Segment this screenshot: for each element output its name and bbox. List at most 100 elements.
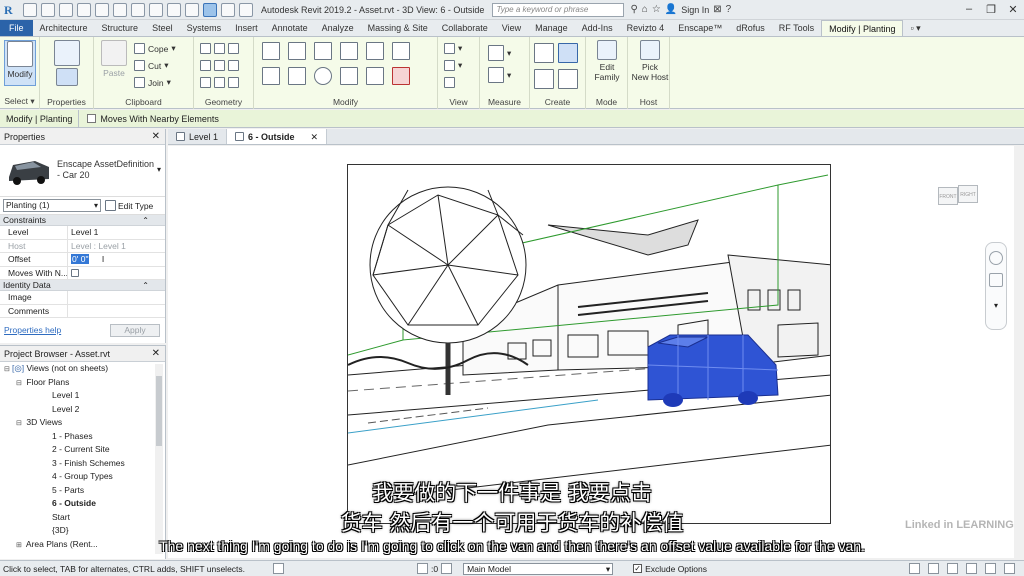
sync-icon[interactable] bbox=[59, 2, 73, 17]
offset-icon[interactable] bbox=[288, 42, 306, 60]
properties-help-link[interactable]: Properties help bbox=[4, 325, 61, 335]
exchange-icon[interactable]: ⊠ bbox=[713, 4, 721, 15]
select-panel-label[interactable]: Select ▾ bbox=[0, 96, 39, 107]
measure-distance-icon[interactable] bbox=[488, 45, 504, 61]
minimize-button[interactable]: – bbox=[958, 3, 980, 16]
3d-view-icon[interactable] bbox=[167, 2, 181, 17]
thin-lines-icon[interactable] bbox=[203, 2, 217, 17]
exclude-options-checkbox[interactable]: ✓ bbox=[633, 564, 643, 573]
paint-icon[interactable] bbox=[228, 43, 239, 54]
type-dropdown-icon[interactable]: ▾ bbox=[157, 165, 161, 174]
selected-van[interactable] bbox=[647, 334, 779, 407]
pick-new-host-button[interactable]: Pick New Host bbox=[630, 40, 670, 86]
split-icon[interactable] bbox=[228, 77, 239, 88]
tab-collaborate[interactable]: Collaborate bbox=[435, 20, 495, 36]
tab-manage[interactable]: Manage bbox=[528, 20, 575, 36]
user-icon[interactable]: 👤 bbox=[665, 4, 677, 15]
modify-button[interactable]: Modify bbox=[4, 40, 36, 86]
join-button[interactable]: Join ▾ bbox=[134, 77, 171, 88]
tab-architecture[interactable]: Architecture bbox=[33, 20, 95, 36]
copy-icon[interactable] bbox=[288, 67, 306, 85]
trim-icon[interactable] bbox=[392, 42, 410, 60]
tab-view[interactable]: View bbox=[495, 20, 528, 36]
mirror-draw-icon[interactable] bbox=[340, 42, 358, 60]
demolish-icon[interactable] bbox=[200, 60, 211, 71]
close-window-button[interactable]: ✕ bbox=[1002, 3, 1024, 16]
tree-node-3d-views[interactable]: ⊟ 3D Views bbox=[0, 416, 165, 430]
constraints-group[interactable]: Constraints ⌃ bbox=[0, 215, 165, 226]
help-search-input[interactable]: Type a keyword or phrase bbox=[492, 2, 625, 17]
redo-icon[interactable] bbox=[95, 2, 109, 17]
cut-button[interactable]: Cut ▾ bbox=[134, 60, 169, 71]
offset-field[interactable]: 0' 0" bbox=[71, 254, 90, 264]
delete-icon[interactable] bbox=[392, 67, 410, 85]
tab-enscape[interactable]: Enscape™ bbox=[671, 20, 729, 36]
worksets-icon[interactable] bbox=[273, 563, 284, 574]
align-icon[interactable] bbox=[262, 42, 280, 60]
tab-drofus[interactable]: dRofus bbox=[729, 20, 772, 36]
sign-in-link[interactable]: Sign In bbox=[681, 5, 709, 15]
zoom-icon[interactable] bbox=[989, 273, 1003, 287]
tree-node-views[interactable]: ⊟ [◎] Views (not on sheets) bbox=[0, 362, 165, 376]
select-pinned-icon[interactable] bbox=[947, 563, 958, 574]
tab-systems[interactable]: Systems bbox=[180, 20, 229, 36]
viewcube[interactable]: FRONT RIGHT bbox=[938, 185, 980, 213]
hide-in-view-icon[interactable] bbox=[444, 43, 455, 54]
section-icon[interactable] bbox=[185, 2, 199, 17]
tree-node-level-2[interactable]: Level 2 bbox=[0, 403, 165, 417]
select-by-face-icon[interactable] bbox=[966, 563, 977, 574]
beam-join-icon[interactable] bbox=[200, 77, 211, 88]
tree-node-current-site[interactable]: 2 - Current Site bbox=[0, 443, 165, 457]
create-assembly-icon[interactable] bbox=[534, 69, 554, 89]
select-links-icon[interactable] bbox=[909, 563, 920, 574]
measure-icon[interactable] bbox=[131, 2, 145, 17]
split-face-icon[interactable] bbox=[214, 43, 225, 54]
cut-geometry-icon[interactable] bbox=[214, 60, 225, 71]
tab-revizto[interactable]: Revizto 4 bbox=[620, 20, 672, 36]
tab-annotate[interactable]: Annotate bbox=[265, 20, 315, 36]
wall-join-icon[interactable] bbox=[200, 43, 211, 54]
sync-status-icon[interactable] bbox=[417, 563, 428, 574]
remove-paint-icon[interactable] bbox=[214, 77, 225, 88]
viewcube-front[interactable]: FRONT bbox=[938, 187, 958, 205]
tree-node-level-1[interactable]: Level 1 bbox=[0, 389, 165, 403]
model-select[interactable]: Main Model bbox=[463, 562, 614, 575]
close-icon[interactable]: ✕ bbox=[152, 131, 160, 142]
ribbon-options-toggle[interactable]: ▫ ▾ bbox=[903, 20, 927, 36]
override-graphics-icon[interactable] bbox=[444, 60, 455, 71]
split-element-icon[interactable] bbox=[366, 42, 384, 60]
restore-button[interactable]: ❐ bbox=[980, 3, 1002, 16]
viewcube-right[interactable]: RIGHT bbox=[958, 185, 978, 203]
paste-button[interactable]: Paste bbox=[98, 40, 130, 86]
exclude-options-toggle[interactable]: ✓ Exclude Options bbox=[633, 564, 707, 574]
binoculars-icon[interactable]: ⚲ bbox=[630, 4, 637, 15]
tab-analyze[interactable]: Analyze bbox=[315, 20, 361, 36]
drag-elements-icon[interactable] bbox=[985, 563, 996, 574]
create-similar-icon[interactable] bbox=[558, 69, 578, 89]
save-icon[interactable] bbox=[41, 2, 55, 17]
nav-options-icon[interactable]: ▾ bbox=[986, 301, 1006, 310]
create-group-icon[interactable] bbox=[558, 43, 578, 63]
cope-button[interactable]: Cope ▾ bbox=[134, 43, 176, 54]
scale-icon[interactable] bbox=[366, 67, 384, 85]
edit-type-button[interactable]: Edit Type bbox=[105, 200, 153, 211]
tab-insert[interactable]: Insert bbox=[228, 20, 265, 36]
revit-logo-icon[interactable]: R bbox=[4, 3, 18, 17]
switch-windows-icon[interactable] bbox=[239, 2, 253, 17]
steering-wheel-icon[interactable] bbox=[989, 251, 1003, 265]
help-icon[interactable]: ? bbox=[726, 4, 732, 15]
tab-add-ins[interactable]: Add-Ins bbox=[575, 20, 620, 36]
edit-family-button[interactable]: Edit Family bbox=[591, 40, 623, 86]
filter-icon[interactable] bbox=[1004, 563, 1015, 574]
text-icon[interactable] bbox=[149, 2, 163, 17]
identity-data-group[interactable]: Identity Data ⌃ bbox=[0, 280, 165, 291]
close-icon[interactable]: ✕ bbox=[152, 348, 160, 359]
subscription-icon[interactable]: ⌂ bbox=[642, 4, 648, 15]
properties-button[interactable] bbox=[51, 40, 83, 86]
tab-modify-planting[interactable]: Modify | Planting bbox=[821, 20, 904, 36]
tab-structure[interactable]: Structure bbox=[95, 20, 146, 36]
tab-level-1[interactable]: Level 1 bbox=[168, 129, 228, 144]
tab-steel[interactable]: Steel bbox=[145, 20, 180, 36]
3d-view-crop-region[interactable] bbox=[347, 164, 831, 524]
moves-with-nearby-property-checkbox[interactable] bbox=[71, 268, 79, 277]
